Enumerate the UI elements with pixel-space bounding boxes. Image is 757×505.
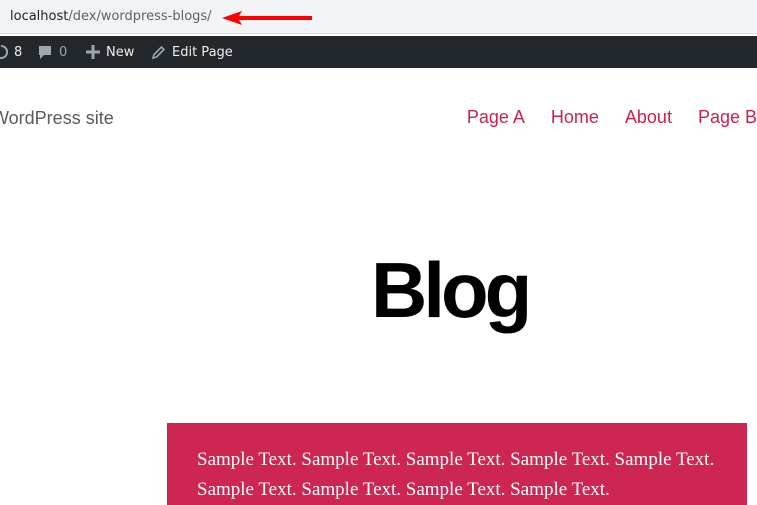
new-label: New (106, 44, 135, 60)
updates-count: 8 (14, 44, 23, 60)
nav-item-home[interactable]: Home (551, 107, 599, 128)
edit-page-label: Edit Page (172, 44, 233, 60)
sample-text: Sample Text. Sample Text. Sample Text. S… (197, 449, 715, 500)
updates-icon (0, 45, 8, 59)
browser-url-bar[interactable]: localhost/dex/wordpress-blogs/ (0, 0, 757, 34)
url-path: /dex/wordpress-blogs/ (68, 9, 212, 24)
nav-item-page-a[interactable]: Page A (467, 107, 525, 128)
url-host: localhost (10, 9, 69, 24)
updates-menu[interactable]: 8 (0, 36, 22, 68)
comments-menu[interactable]: 0 (37, 36, 67, 68)
comments-count: 0 (59, 44, 68, 60)
pencil-icon (151, 45, 166, 59)
edit-page-menu[interactable]: Edit Page (151, 36, 233, 68)
red-arrow-annotation (222, 11, 312, 25)
sample-text-block: Sample Text. Sample Text. Sample Text. S… (167, 423, 747, 505)
page-title: Blog (371, 246, 532, 334)
new-content-menu[interactable]: New (86, 36, 134, 68)
plus-icon (86, 45, 100, 59)
url-text[interactable]: localhost/dex/wordpress-blogs/ (10, 9, 212, 24)
nav-item-about[interactable]: About (625, 107, 672, 128)
nav-item-page-b[interactable]: Page B (698, 107, 757, 128)
wp-admin-bar: 8 0 New Edit Page (0, 36, 757, 68)
site-title[interactable]: WordPress site (0, 108, 114, 129)
primary-nav: Page A Home About Page B (467, 107, 757, 128)
comment-icon (39, 46, 51, 59)
